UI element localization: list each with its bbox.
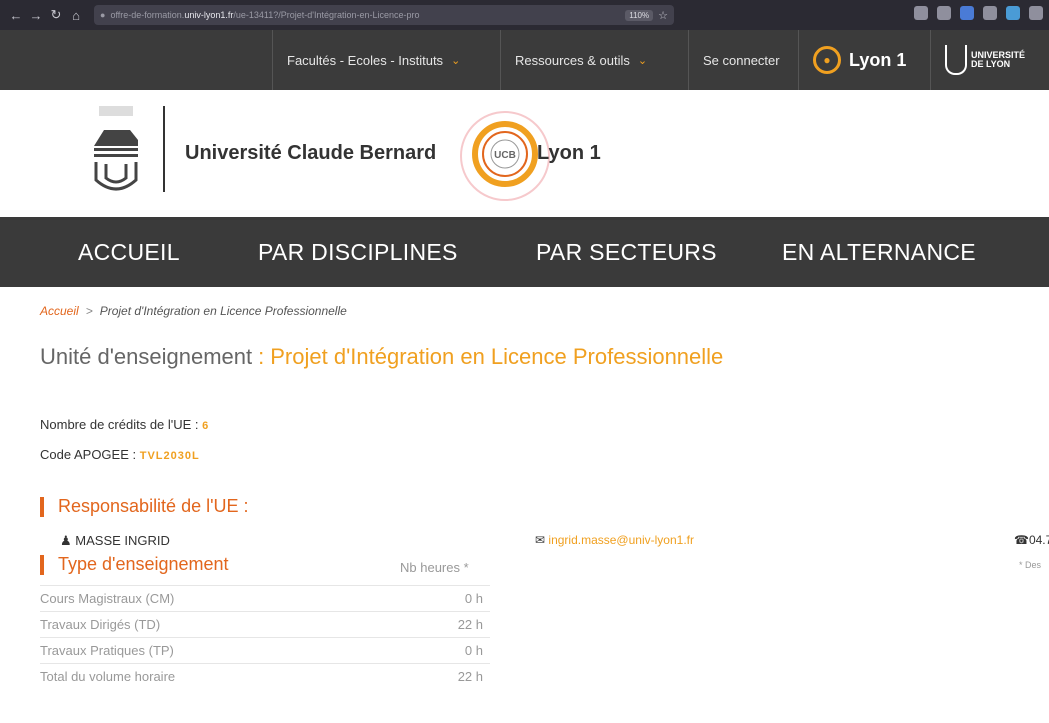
breadcrumb-separator: > bbox=[85, 304, 93, 318]
udl-line2: DE LYON bbox=[971, 59, 1011, 69]
enseignement-heading: Type d'enseignement bbox=[40, 554, 229, 575]
row-value: 0 h bbox=[464, 591, 483, 606]
main-navigation: ACCUEIL PAR DISCIPLINES PAR SECTEURS EN … bbox=[0, 217, 1049, 287]
facultes-label: Facultés - Ecoles - Instituts bbox=[287, 52, 444, 68]
url-path: /ue-13411?/Projet-d'Intégration-en-Licen… bbox=[233, 10, 420, 20]
table-row: Travaux Pratiques (TP) 0 h bbox=[40, 637, 490, 662]
chevron-down-icon: ⌄ bbox=[451, 54, 461, 67]
apogee-line: Code APOGEE : TVL2030L bbox=[40, 447, 200, 462]
account-icon[interactable] bbox=[914, 6, 928, 20]
section-bar bbox=[40, 496, 44, 517]
row-value: 22 h bbox=[457, 669, 483, 684]
connect-link[interactable]: Se connecter bbox=[688, 30, 794, 90]
library-icon[interactable] bbox=[983, 6, 997, 20]
credits-line: Nombre de crédits de l'UE : 6 bbox=[40, 417, 209, 432]
facultes-menu[interactable]: Facultés - Ecoles - Instituts ⌄ bbox=[272, 30, 474, 90]
user-icon: ♟ bbox=[60, 533, 72, 548]
nav-en-alternance[interactable]: EN ALTERNANCE bbox=[782, 217, 976, 287]
university-name: Université Claude Bernard bbox=[185, 142, 437, 164]
row-label: Travaux Pratiques (TP) bbox=[40, 643, 174, 658]
address-bar[interactable]: ● offre-de-formation.univ-lyon1.fr/ue-13… bbox=[94, 5, 674, 25]
url-prefix: offre-de-formation. bbox=[110, 10, 185, 20]
breadcrumb-home[interactable]: Accueil bbox=[40, 304, 79, 318]
title-prefix: Unité d'enseignement bbox=[40, 344, 253, 369]
back-icon[interactable]: ← bbox=[6, 8, 26, 23]
page-title: Unité d'enseignement: Projet d'Intégratio… bbox=[40, 344, 723, 370]
lock-icon: ● bbox=[100, 10, 106, 20]
row-label: Travaux Dirigés (TD) bbox=[40, 617, 161, 632]
row-value: 22 h bbox=[457, 617, 483, 632]
url-host: univ-lyon1.fr bbox=[184, 10, 234, 20]
credits-label: Nombre de crédits de l'UE : bbox=[40, 417, 199, 432]
browser-toolbar: ← → ↻ ⌂ ● offre-de-formation.univ-lyon1.… bbox=[0, 0, 1049, 30]
responsabilite-heading: Responsabilité de l'UE : bbox=[40, 496, 249, 517]
row-value: 0 h bbox=[464, 643, 483, 658]
university-header: Université Claude Bernard UCB Lyon 1 bbox=[0, 90, 1049, 217]
responsable-person: ♟ MASSE INGRID bbox=[60, 533, 170, 549]
breadcrumb: Accueil > Projet d'Intégration en Licence … bbox=[40, 304, 347, 318]
shield-icon[interactable] bbox=[960, 6, 974, 20]
bookmark-star-icon[interactable]: ☆ bbox=[658, 9, 668, 22]
udl-shield-icon bbox=[945, 45, 967, 75]
responsabilite-label: Responsabilité de l'UE : bbox=[58, 496, 249, 516]
table-row: Travaux Dirigés (TD) 22 h bbox=[40, 611, 490, 636]
udl-link[interactable]: UNIVERSITÉ DE LYON bbox=[930, 30, 1039, 90]
nav-accueil[interactable]: ACCUEIL bbox=[78, 217, 180, 287]
table-row: Total du volume horaire 22 h bbox=[40, 663, 490, 688]
extensions-area bbox=[914, 6, 1043, 20]
udl-logo: UNIVERSITÉ DE LYON bbox=[945, 45, 1025, 75]
lion-logo-icon[interactable] bbox=[86, 102, 146, 200]
enseignement-label: Type d'enseignement bbox=[58, 554, 229, 574]
nav-par-secteurs[interactable]: PAR SECTEURS bbox=[536, 217, 717, 287]
forward-icon[interactable]: → bbox=[26, 8, 46, 23]
hours-column-header: Nb heures * bbox=[400, 560, 469, 575]
university-lyon: Lyon 1 bbox=[537, 142, 601, 164]
section-bar bbox=[40, 554, 44, 575]
row-label: Cours Magistraux (CM) bbox=[40, 591, 175, 606]
title-colon: : bbox=[258, 344, 265, 369]
zoom-level[interactable]: 110% bbox=[625, 9, 654, 21]
lyon1-logo-icon: ● bbox=[813, 46, 841, 74]
connect-label: Se connecter bbox=[703, 52, 780, 68]
responsable-name: MASSE INGRID bbox=[75, 533, 170, 548]
home-icon[interactable]: ⌂ bbox=[66, 8, 86, 23]
footnote: * Des bbox=[1019, 560, 1042, 570]
menu-icon[interactable] bbox=[1029, 6, 1043, 20]
email-text[interactable]: ingrid.masse@univ-lyon1.fr bbox=[548, 533, 694, 547]
title-name: Projet d'Intégration en Licence Professi… bbox=[270, 344, 724, 369]
envelope-icon: ✉ bbox=[535, 533, 546, 547]
ressources-label: Ressources & outils bbox=[515, 52, 630, 68]
ring-text: UCB bbox=[494, 150, 516, 161]
header-divider bbox=[163, 106, 165, 192]
reload-icon[interactable]: ↻ bbox=[46, 7, 66, 23]
apogee-value: TVL2030L bbox=[139, 450, 200, 462]
responsable-phone: ☎04.7 bbox=[1014, 533, 1049, 547]
nav-par-disciplines[interactable]: PAR DISCIPLINES bbox=[258, 217, 458, 287]
breadcrumb-current: Projet d'Intégration en Licence Professi… bbox=[99, 304, 347, 318]
download-icon[interactable] bbox=[1006, 6, 1020, 20]
apogee-label: Code APOGEE : bbox=[40, 447, 137, 462]
phone-text: 04.7 bbox=[1028, 533, 1049, 547]
lyon1-label: Lyon 1 bbox=[849, 49, 907, 70]
chevron-down-icon: ⌄ bbox=[637, 54, 648, 67]
top-navigation: Facultés - Ecoles - Instituts ⌄ Ressource… bbox=[0, 30, 1049, 90]
row-label: Total du volume horaire bbox=[40, 669, 176, 684]
lyon1-badge: ● Lyon 1 bbox=[813, 46, 906, 74]
ressources-menu[interactable]: Ressources & outils ⌄ bbox=[500, 30, 661, 90]
phone-icon: ☎ bbox=[1014, 533, 1029, 547]
url-text[interactable]: offre-de-formation.univ-lyon1.fr/ue-1341… bbox=[110, 10, 620, 20]
credits-value: 6 bbox=[202, 420, 210, 432]
extension-icon[interactable] bbox=[937, 6, 951, 20]
responsable-email[interactable]: ✉ ingrid.masse@univ-lyon1.fr bbox=[535, 533, 694, 547]
table-row: Cours Magistraux (CM) 0 h bbox=[40, 585, 490, 610]
lyon1-link[interactable]: ● Lyon 1 bbox=[798, 30, 920, 90]
